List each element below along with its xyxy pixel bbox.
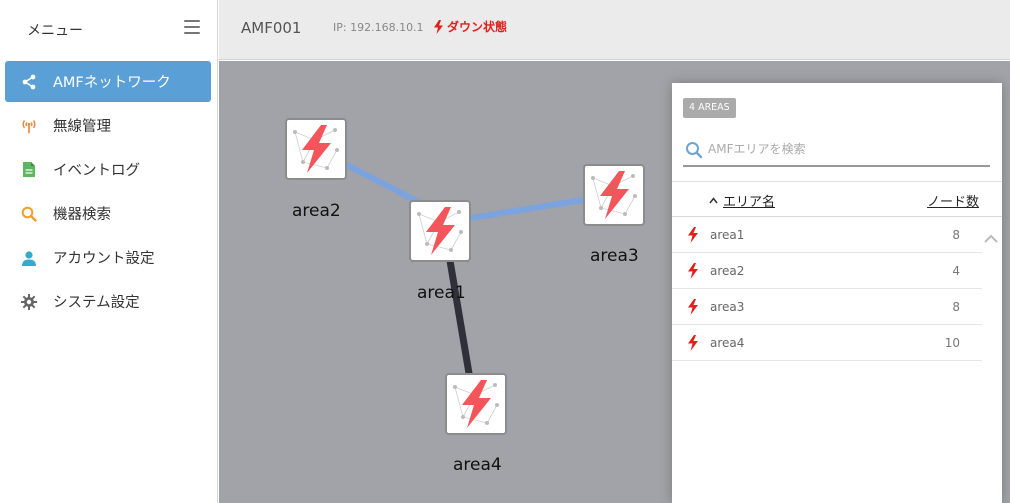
sidebar-title: メニュー — [27, 23, 83, 39]
node-name: AMF001 — [241, 19, 302, 37]
column-header-label: エリア名 — [723, 195, 776, 210]
gear-icon — [20, 293, 38, 311]
wireless-icon — [20, 117, 38, 135]
lightning-icon — [434, 19, 443, 34]
areas-panel: 4 AREAS エリア名 ノード数 area1 8 area2 4 area3 … — [672, 83, 1002, 503]
lightning-icon — [688, 299, 698, 315]
row-node-count: 4 — [952, 264, 960, 278]
row-node-count: 10 — [944, 336, 960, 350]
sidebar-header: メニュー — [0, 0, 217, 60]
row-area-name: area3 — [710, 300, 745, 314]
area-label: area2 — [292, 201, 341, 221]
area-label: area4 — [453, 455, 502, 475]
sidebar-item-label: 無線管理 — [53, 119, 111, 135]
area-node-area3[interactable] — [583, 164, 645, 226]
chevron-up-icon — [709, 197, 718, 204]
sidebar-nav: AMFネットワーク 無線管理 イベントログ 機器検索 アカウント設定 システム設… — [0, 61, 217, 322]
status-text: ダウン状態 — [447, 20, 508, 34]
lightning-icon — [688, 335, 698, 351]
status-badge: ダウン状態 — [433, 18, 507, 35]
scroll-up-icon[interactable] — [982, 231, 1000, 247]
sidebar-item-event-log[interactable]: イベントログ — [5, 149, 211, 190]
lightning-icon — [688, 227, 698, 243]
lightning-icon — [591, 171, 637, 219]
area-node-area4[interactable] — [445, 373, 507, 435]
table-row[interactable]: area3 8 — [672, 289, 982, 325]
row-area-name: area4 — [710, 336, 745, 350]
sidebar-item-label: AMFネットワーク — [53, 75, 171, 91]
sidebar-item-device-search[interactable]: 機器検索 — [5, 193, 211, 234]
row-area-name: area2 — [710, 264, 745, 278]
area-list: area1 8 area2 4 area3 8 area4 10 — [672, 217, 982, 361]
sidebar-item-amf-network[interactable]: AMFネットワーク — [5, 61, 211, 102]
table-row[interactable]: area4 10 — [672, 325, 982, 361]
share-icon — [20, 73, 38, 91]
sidebar-item-label: アカウント設定 — [53, 251, 155, 267]
table-row[interactable]: area1 8 — [672, 217, 982, 253]
area-search-input[interactable] — [708, 137, 978, 161]
divider — [672, 181, 1002, 182]
search-icon — [20, 205, 38, 223]
sidebar: メニュー AMFネットワーク 無線管理 イベントログ 機器検索 アカウント設定 … — [0, 0, 218, 503]
area-label: area1 — [417, 283, 466, 303]
sidebar-item-account-settings[interactable]: アカウント設定 — [5, 237, 211, 278]
search-icon — [686, 142, 703, 159]
document-icon — [20, 161, 38, 179]
area-node-area1[interactable] — [409, 200, 471, 262]
menu-toggle-icon[interactable] — [184, 20, 200, 34]
row-node-count: 8 — [952, 228, 960, 242]
sidebar-item-label: イベントログ — [53, 163, 140, 179]
search-box — [683, 133, 990, 167]
sidebar-item-label: 機器検索 — [53, 207, 111, 223]
header-bar: AMF001 IP: 192.168.10.1 ダウン状態 — [219, 0, 1010, 60]
user-icon — [20, 249, 38, 267]
sidebar-item-label: システム設定 — [53, 295, 140, 311]
table-row[interactable]: area2 4 — [672, 253, 982, 289]
row-area-name: area1 — [710, 228, 745, 242]
area-node-area2[interactable] — [285, 118, 347, 180]
area-count-badge: 4 AREAS — [683, 98, 736, 118]
lightning-icon — [688, 263, 698, 279]
area-label: area3 — [590, 246, 639, 266]
column-header-area-name[interactable]: エリア名 — [709, 191, 775, 210]
sidebar-item-wireless[interactable]: 無線管理 — [5, 105, 211, 146]
column-header-node-count[interactable]: ノード数 — [927, 191, 979, 210]
row-node-count: 8 — [952, 300, 960, 314]
lightning-icon — [453, 380, 499, 428]
lightning-icon — [293, 125, 339, 173]
sidebar-item-system-settings[interactable]: システム設定 — [5, 281, 211, 322]
lightning-icon — [417, 207, 463, 255]
node-ip: IP: 192.168.10.1 — [333, 21, 424, 34]
